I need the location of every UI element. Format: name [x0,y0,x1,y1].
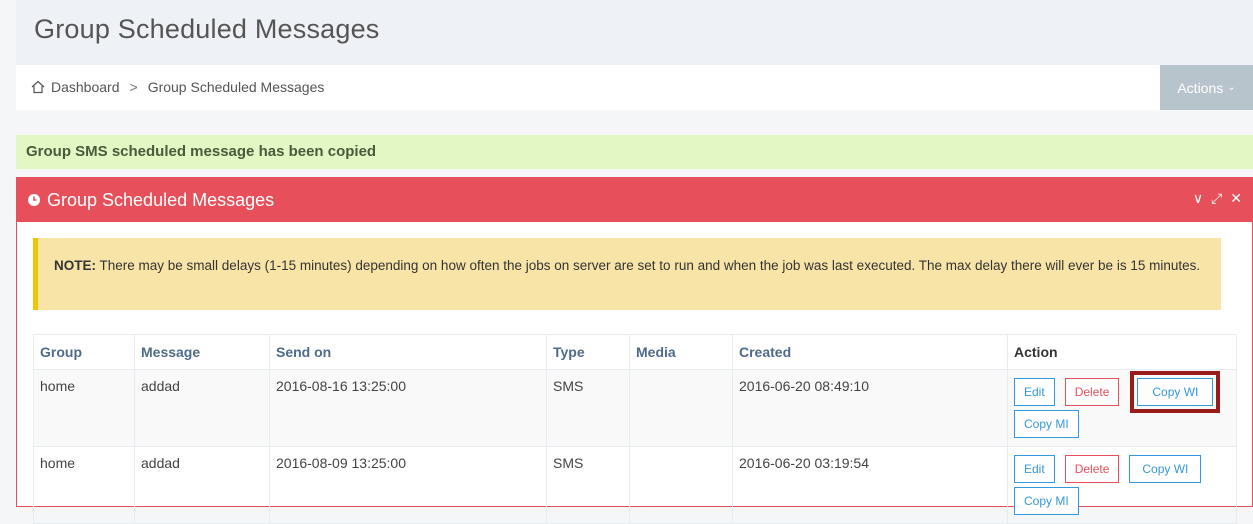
breadcrumb: Dashboard > Group Scheduled Messages [30,79,324,95]
portlet-header: Group Scheduled Messages ∨ ⤢ ✕ [17,178,1252,222]
delete-button[interactable]: Delete [1064,378,1120,406]
edit-button[interactable]: Edit [1014,378,1055,406]
portlet-title: Group Scheduled Messages [47,189,275,210]
cell-created: 2016-06-20 03:19:54 [732,446,1008,524]
clock-icon [28,194,40,206]
cell-send-on: 2016-08-09 13:25:00 [269,446,547,524]
copy-wi-button[interactable]: Copy WI [1129,455,1202,483]
column-header-action: Action [1007,334,1237,370]
column-header-group[interactable]: Group [33,334,135,370]
table-row: home addad 2016-08-09 13:25:00 SMS 2016-… [33,446,1237,524]
breadcrumb-current: Group Scheduled Messages [147,79,325,95]
breadcrumb-separator: > [129,79,138,95]
page-title: Group Scheduled Messages [34,14,380,44]
column-header-media[interactable]: Media [629,334,733,370]
close-icon[interactable]: ✕ [1230,190,1242,207]
cell-type: SMS [546,446,630,524]
table-header-row: Group Message Send on Type Media Created… [33,334,1237,370]
delete-button[interactable]: Delete [1064,455,1120,483]
edit-button[interactable]: Edit [1014,455,1055,483]
copy-mi-button[interactable]: Copy MI [1014,410,1079,438]
chevron-down-icon: ⌄ [1227,82,1236,93]
success-alert-message: Group SMS scheduled message has been cop… [26,143,377,160]
cell-media [629,369,733,447]
copy-wi-button[interactable]: Copy WI [1130,371,1221,413]
cell-created: 2016-06-20 08:49:10 [732,369,1008,447]
portlet-tools: ∨ ⤢ ✕ [1193,190,1242,207]
page-header: Group Scheduled Messages [16,0,1253,65]
scheduled-messages-portlet: Group Scheduled Messages ∨ ⤢ ✕ NOTE: The… [16,177,1253,524]
actions-label: Actions [1177,79,1224,96]
note-box: NOTE: There may be small delays (1-15 mi… [33,238,1221,310]
cell-group: home [33,446,135,524]
cell-message: addad [134,446,270,524]
breadcrumb-bar: Dashboard > Group Scheduled Messages Act… [16,65,1253,110]
home-icon[interactable] [30,79,46,95]
fullscreen-icon[interactable]: ⤢ [1211,190,1222,207]
column-header-created[interactable]: Created [732,334,1008,370]
collapse-icon[interactable]: ∨ [1193,190,1203,207]
breadcrumb-dashboard-link[interactable]: Dashboard [51,79,120,95]
cell-actions: Edit Delete Copy WI Copy MI [1007,446,1237,524]
column-header-type[interactable]: Type [546,334,630,370]
column-header-message[interactable]: Message [134,334,270,370]
cell-actions: Edit Delete Copy WI Copy MI [1007,369,1237,447]
actions-dropdown-button[interactable]: Actions ⌄ [1160,65,1253,110]
success-alert: Group SMS scheduled message has been cop… [16,135,1253,169]
note-text: There may be small delays (1-15 minutes)… [96,258,1201,273]
cell-media [629,446,733,524]
cell-type: SMS [546,369,630,447]
cell-send-on: 2016-08-16 13:25:00 [269,369,547,447]
cell-group: home [33,369,135,447]
note-label: NOTE: [54,258,96,273]
cell-message: addad [134,369,270,447]
column-header-send-on[interactable]: Send on [269,334,547,370]
table-row: home addad 2016-08-16 13:25:00 SMS 2016-… [33,369,1237,447]
copy-mi-button[interactable]: Copy MI [1014,487,1079,515]
